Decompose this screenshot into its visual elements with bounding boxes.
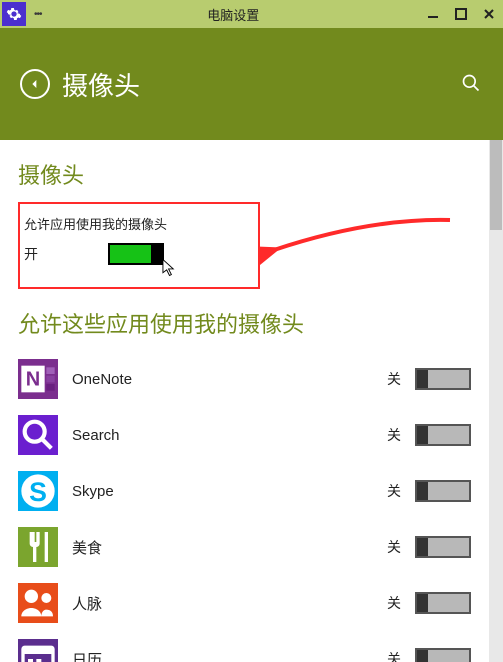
- app-row: N OneNote 关: [18, 351, 489, 407]
- app-name: Skype: [72, 483, 387, 500]
- app-toggle[interactable]: [415, 648, 471, 662]
- people-icon: [18, 583, 58, 623]
- food-icon: [18, 527, 58, 567]
- content-area: 摄像头 允许应用使用我的摄像头 开 允许这些应用使用我的摄像头 N OneNot…: [0, 140, 503, 662]
- camera-master-toggle[interactable]: [108, 243, 164, 265]
- svg-text:S: S: [29, 477, 47, 507]
- app-toggle[interactable]: [415, 592, 471, 614]
- close-button[interactable]: [475, 0, 503, 28]
- search-icon: [18, 415, 58, 455]
- onenote-icon: N: [18, 359, 58, 399]
- app-state: 关: [387, 425, 401, 445]
- annotation-highlight-box: 允许应用使用我的摄像头 开: [18, 202, 260, 289]
- svg-text:N: N: [26, 369, 40, 391]
- app-name: 美食: [72, 537, 387, 558]
- app-state: 关: [387, 537, 401, 557]
- skype-icon: S: [18, 471, 58, 511]
- camera-master-state: 开: [24, 244, 38, 264]
- titlebar: ••• 电脑设置: [0, 0, 503, 28]
- camera-section-title: 摄像头: [18, 158, 489, 190]
- app-state: 关: [387, 649, 401, 662]
- maximize-button[interactable]: [447, 0, 475, 28]
- app-state: 关: [387, 593, 401, 613]
- app-row: 日历 关: [18, 631, 489, 662]
- app-name: OneNote: [72, 371, 387, 388]
- app-state: 关: [387, 481, 401, 501]
- app-list: N OneNote 关 Search 关 S Skype 关 美食 关 人脉 关…: [18, 351, 489, 662]
- scrollbar-thumb[interactable]: [490, 140, 502, 230]
- app-toggle[interactable]: [415, 536, 471, 558]
- app-row: Search 关: [18, 407, 489, 463]
- calendar-icon: [18, 639, 58, 662]
- app-state: 关: [387, 369, 401, 389]
- app-row: 人脉 关: [18, 575, 489, 631]
- page-header: 摄像头: [0, 28, 503, 140]
- app-toggle[interactable]: [415, 424, 471, 446]
- app-toggle[interactable]: [415, 480, 471, 502]
- app-name: 人脉: [72, 593, 387, 614]
- camera-permission-label: 允许应用使用我的摄像头: [24, 214, 246, 233]
- minimize-button[interactable]: [419, 0, 447, 28]
- scrollbar[interactable]: [489, 140, 503, 662]
- app-name: Search: [72, 427, 387, 444]
- app-row: 美食 关: [18, 519, 489, 575]
- app-toggle[interactable]: [415, 368, 471, 390]
- apps-section-title: 允许这些应用使用我的摄像头: [18, 307, 489, 339]
- app-name: 日历: [72, 649, 387, 662]
- window-title: 电脑设置: [48, 5, 419, 24]
- settings-app-icon: [2, 2, 26, 26]
- page-title: 摄像头: [62, 66, 461, 103]
- app-row: S Skype 关: [18, 463, 489, 519]
- overflow-dots: •••: [28, 9, 48, 20]
- back-button[interactable]: [20, 69, 50, 99]
- cursor-icon: [162, 258, 177, 283]
- search-icon[interactable]: [461, 73, 483, 95]
